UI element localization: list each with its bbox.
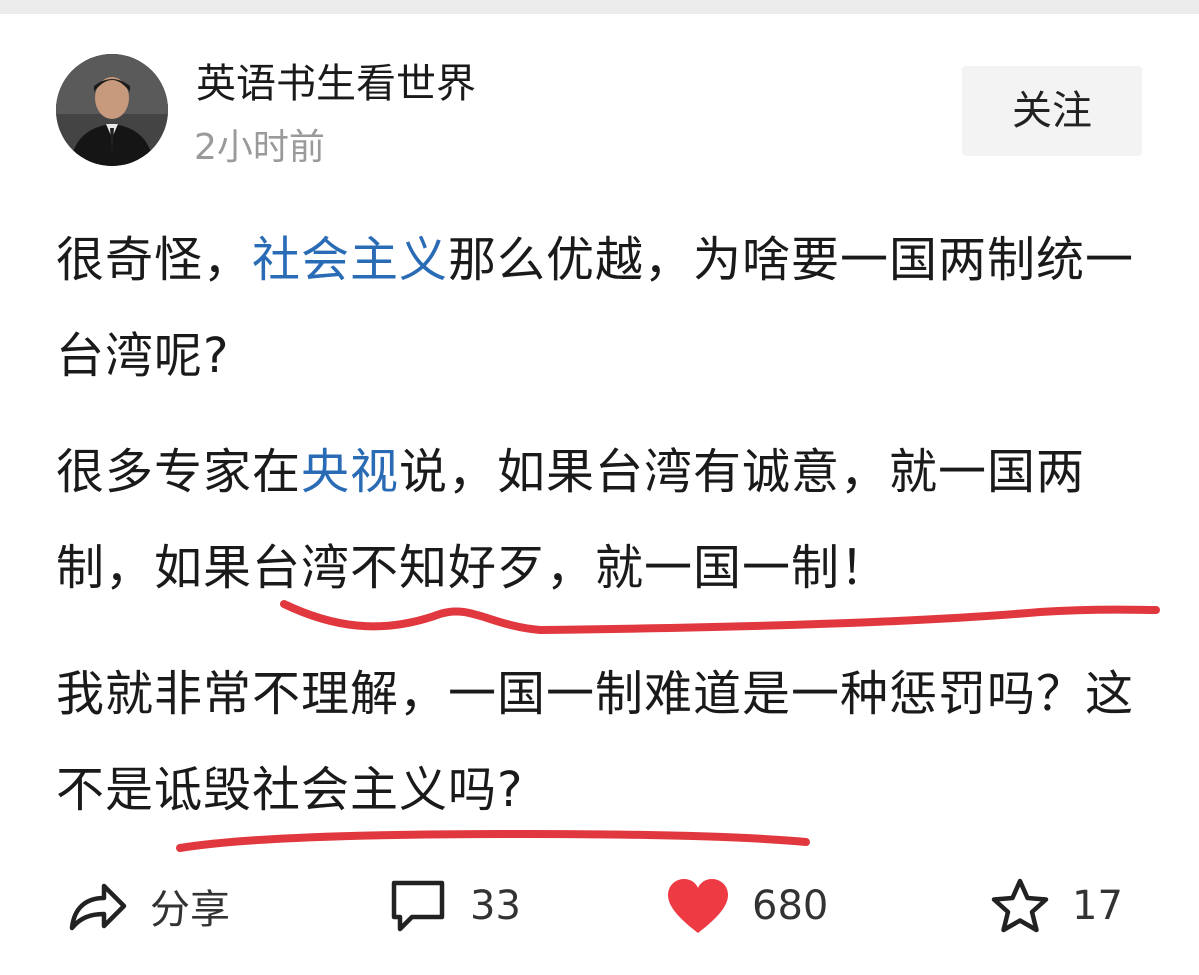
paragraph-2-text-a: 很多专家在: [56, 444, 302, 500]
favorite-count: 17: [1072, 883, 1123, 929]
topic-link-socialism[interactable]: 社会主义: [252, 232, 448, 288]
post-paragraph-1: 很奇怪，社会主义那么优越，为啥要一国两制统一台湾呢?: [56, 212, 1156, 404]
author-name[interactable]: 英语书生看世界: [196, 58, 476, 110]
post-time: 2小时前: [194, 127, 325, 168]
post-paragraph-3: 我就非常不理解，一国一制难道是一种惩罚吗？这不是诋毁社会主义吗?: [56, 646, 1156, 838]
paragraph-2-text-highlighted: 如果台湾不知好歹，就一国一制！: [154, 540, 890, 596]
like-button[interactable]: 680: [666, 866, 828, 946]
share-button[interactable]: 分享: [66, 866, 230, 946]
comment-button[interactable]: 33: [388, 866, 521, 946]
topic-link-cctv[interactable]: 央视: [301, 444, 399, 500]
share-label: 分享: [150, 887, 230, 933]
heart-icon: [666, 877, 730, 935]
paragraph-3-text-a: 我就非常不理解，一国一制难道是一种惩罚吗？: [56, 666, 1086, 722]
favorite-button[interactable]: 17: [990, 866, 1123, 946]
star-icon: [990, 877, 1050, 935]
action-bar: 分享 33 680 17: [0, 866, 1199, 946]
like-count: 680: [752, 883, 829, 929]
comment-bubble-icon: [388, 877, 448, 935]
post-paragraph-2: 很多专家在央视说，如果台湾有诚意，就一国两制，如果台湾不知好歹，就一国一制！: [56, 424, 1156, 616]
top-divider-strip: [0, 0, 1199, 14]
follow-button[interactable]: 关注: [962, 66, 1142, 156]
avatar-portrait: [56, 54, 168, 166]
paragraph-1-text-a: 很奇怪，: [56, 232, 253, 288]
avatar[interactable]: [56, 54, 168, 166]
share-arrow-icon: [66, 878, 128, 934]
comment-count: 33: [470, 883, 521, 929]
